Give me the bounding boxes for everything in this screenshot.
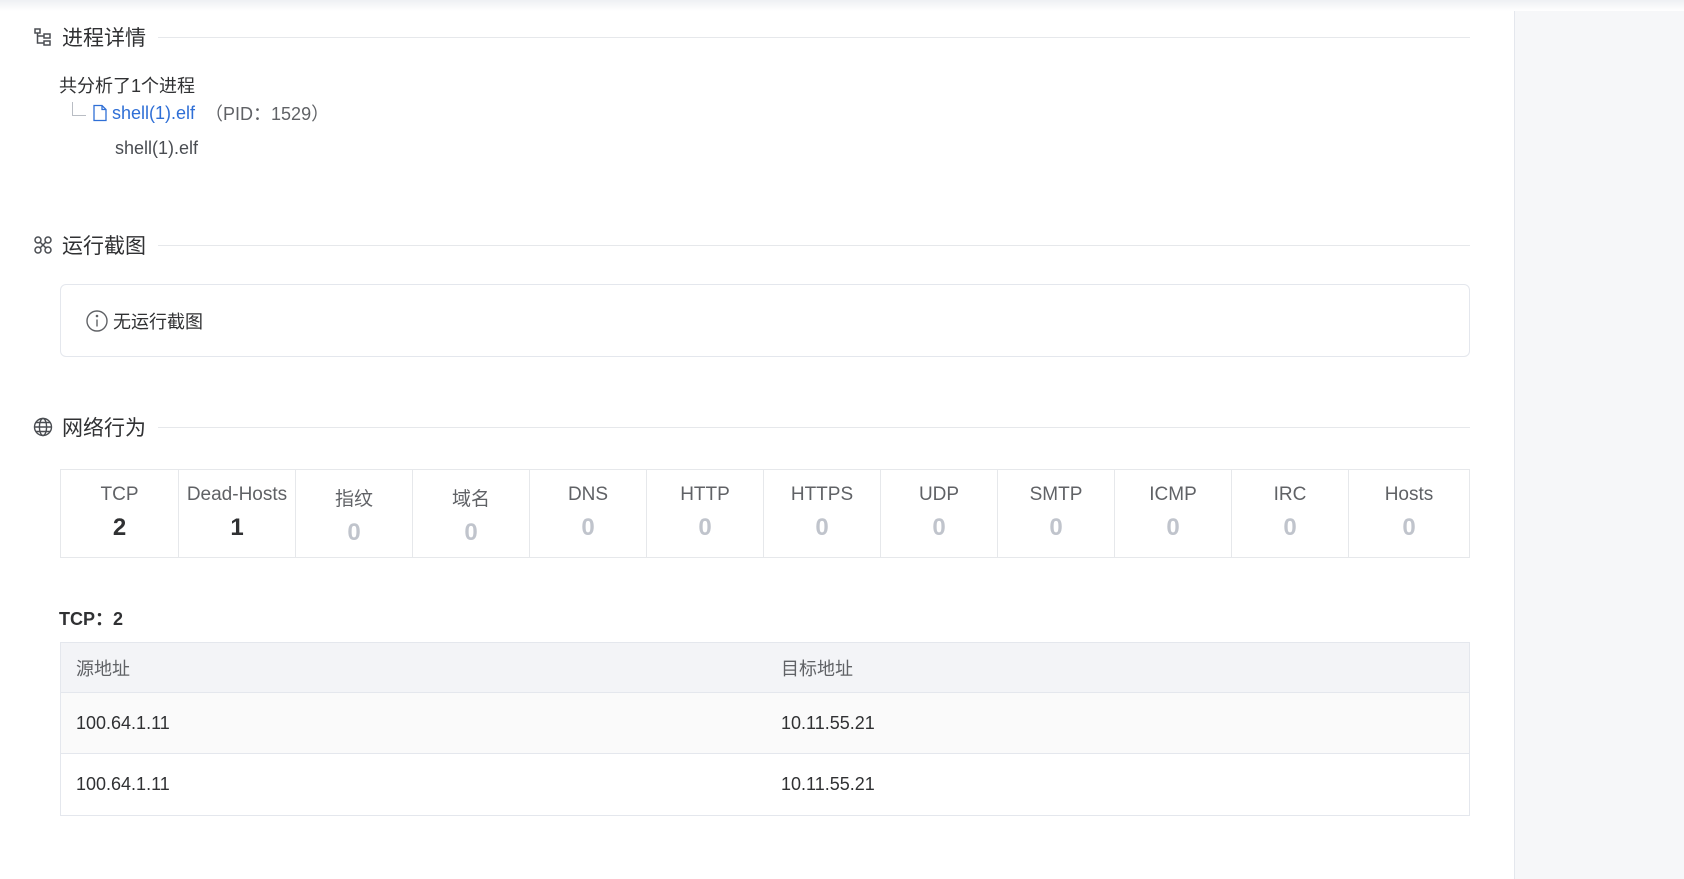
report-main: 进程详情 共分析了1个进程 shell(1).elf （PID：1529） sh… bbox=[0, 0, 1514, 879]
tcp-table: 源地址 目标地址 100.64.1.11 10.11.55.21 100.64.… bbox=[60, 642, 1470, 816]
stat-label: ICMP bbox=[1149, 484, 1197, 505]
screenshot-empty-box: 无运行截图 bbox=[60, 284, 1470, 357]
screenshot-empty-text: 无运行截图 bbox=[113, 311, 203, 332]
stat-hosts[interactable]: Hosts 0 bbox=[1349, 470, 1469, 557]
destination-address: 10.11.55.21 bbox=[781, 712, 875, 733]
stat-label: 域名 bbox=[451, 489, 490, 510]
section-process-title: 进程详情 bbox=[62, 27, 146, 50]
stat-udp[interactable]: UDP 0 bbox=[881, 470, 998, 557]
stat-value: 1 bbox=[230, 514, 244, 541]
stat-value: 0 bbox=[1283, 514, 1297, 541]
process-summary: 共分析了1个进程 bbox=[59, 76, 196, 96]
stat-value: 0 bbox=[932, 514, 946, 541]
stat-value: 0 bbox=[815, 514, 829, 541]
stat-label: TCP bbox=[100, 484, 139, 505]
table-header: 源地址 目标地址 bbox=[61, 643, 1469, 693]
stat-domain[interactable]: 域名 0 bbox=[413, 470, 530, 557]
stat-fingerprint[interactable]: 指纹 0 bbox=[296, 470, 413, 557]
section-network-header: 网络行为 bbox=[32, 413, 1470, 441]
network-stats-bar: TCP 2 Dead-Hosts 1 指纹 0 域名 0 DNS 0 HTTP … bbox=[60, 469, 1470, 558]
stat-value: 0 bbox=[581, 514, 595, 541]
source-address: 100.64.1.11 bbox=[76, 774, 170, 794]
globe-icon bbox=[32, 416, 54, 438]
column-header-destination: 目标地址 bbox=[781, 658, 853, 679]
section-screenshot-title: 运行截图 bbox=[62, 235, 146, 258]
table-row: 100.64.1.11 10.11.55.21 bbox=[61, 754, 1469, 815]
section-network-title: 网络行为 bbox=[62, 417, 146, 440]
stat-label: DNS bbox=[567, 484, 609, 505]
stat-dead-hosts[interactable]: Dead-Hosts 1 bbox=[179, 470, 296, 557]
stat-https[interactable]: HTTPS 0 bbox=[764, 470, 881, 557]
stat-value: 0 bbox=[698, 514, 712, 541]
stat-value: 0 bbox=[464, 519, 478, 546]
stat-label: UDP bbox=[918, 484, 960, 505]
process-tree-node: shell(1).elf （PID：1529） bbox=[72, 100, 329, 126]
process-command: shell(1).elf bbox=[115, 138, 199, 158]
section-divider bbox=[158, 426, 1470, 428]
section-screenshot-header: 运行截图 bbox=[32, 231, 1470, 259]
stat-irc[interactable]: IRC 0 bbox=[1232, 470, 1349, 557]
column-header-source: 源地址 bbox=[76, 658, 130, 679]
section-divider bbox=[158, 36, 1470, 38]
destination-address: 10.11.55.21 bbox=[781, 774, 875, 794]
stat-label: IRC bbox=[1273, 484, 1307, 505]
stat-label: HTTPS bbox=[790, 484, 854, 505]
stat-label: Dead-Hosts bbox=[186, 484, 288, 505]
stat-label: 指纹 bbox=[334, 489, 373, 510]
process-name-link[interactable]: shell(1).elf bbox=[112, 103, 195, 124]
source-address: 100.64.1.11 bbox=[76, 712, 170, 733]
file-icon bbox=[92, 104, 108, 122]
stat-label: SMTP bbox=[1029, 484, 1083, 505]
stat-value: 2 bbox=[112, 514, 127, 541]
process-pid: （PID：1529） bbox=[205, 104, 330, 124]
stat-http[interactable]: HTTP 0 bbox=[647, 470, 764, 557]
screenshot-icon bbox=[32, 234, 54, 256]
table-row: 100.64.1.11 10.11.55.21 bbox=[61, 693, 1469, 754]
stat-dns[interactable]: DNS 0 bbox=[530, 470, 647, 557]
right-side-panel bbox=[1514, 11, 1684, 879]
tree-branch-line bbox=[72, 102, 86, 116]
stat-label: HTTP bbox=[680, 484, 730, 505]
stat-value: 0 bbox=[347, 519, 361, 546]
process-tree-icon bbox=[32, 26, 54, 48]
stat-tcp[interactable]: TCP 2 bbox=[61, 470, 179, 557]
section-divider bbox=[158, 244, 1470, 246]
stat-value: 0 bbox=[1049, 514, 1063, 541]
stat-icmp[interactable]: ICMP 0 bbox=[1115, 470, 1232, 557]
tcp-section-title: TCP：2 bbox=[59, 609, 124, 629]
info-icon bbox=[85, 309, 109, 333]
stat-value: 0 bbox=[1402, 514, 1416, 541]
stat-smtp[interactable]: SMTP 0 bbox=[998, 470, 1115, 557]
section-process-header: 进程详情 bbox=[32, 23, 1470, 51]
stat-label: Hosts bbox=[1384, 484, 1434, 505]
stat-value: 0 bbox=[1166, 514, 1180, 541]
